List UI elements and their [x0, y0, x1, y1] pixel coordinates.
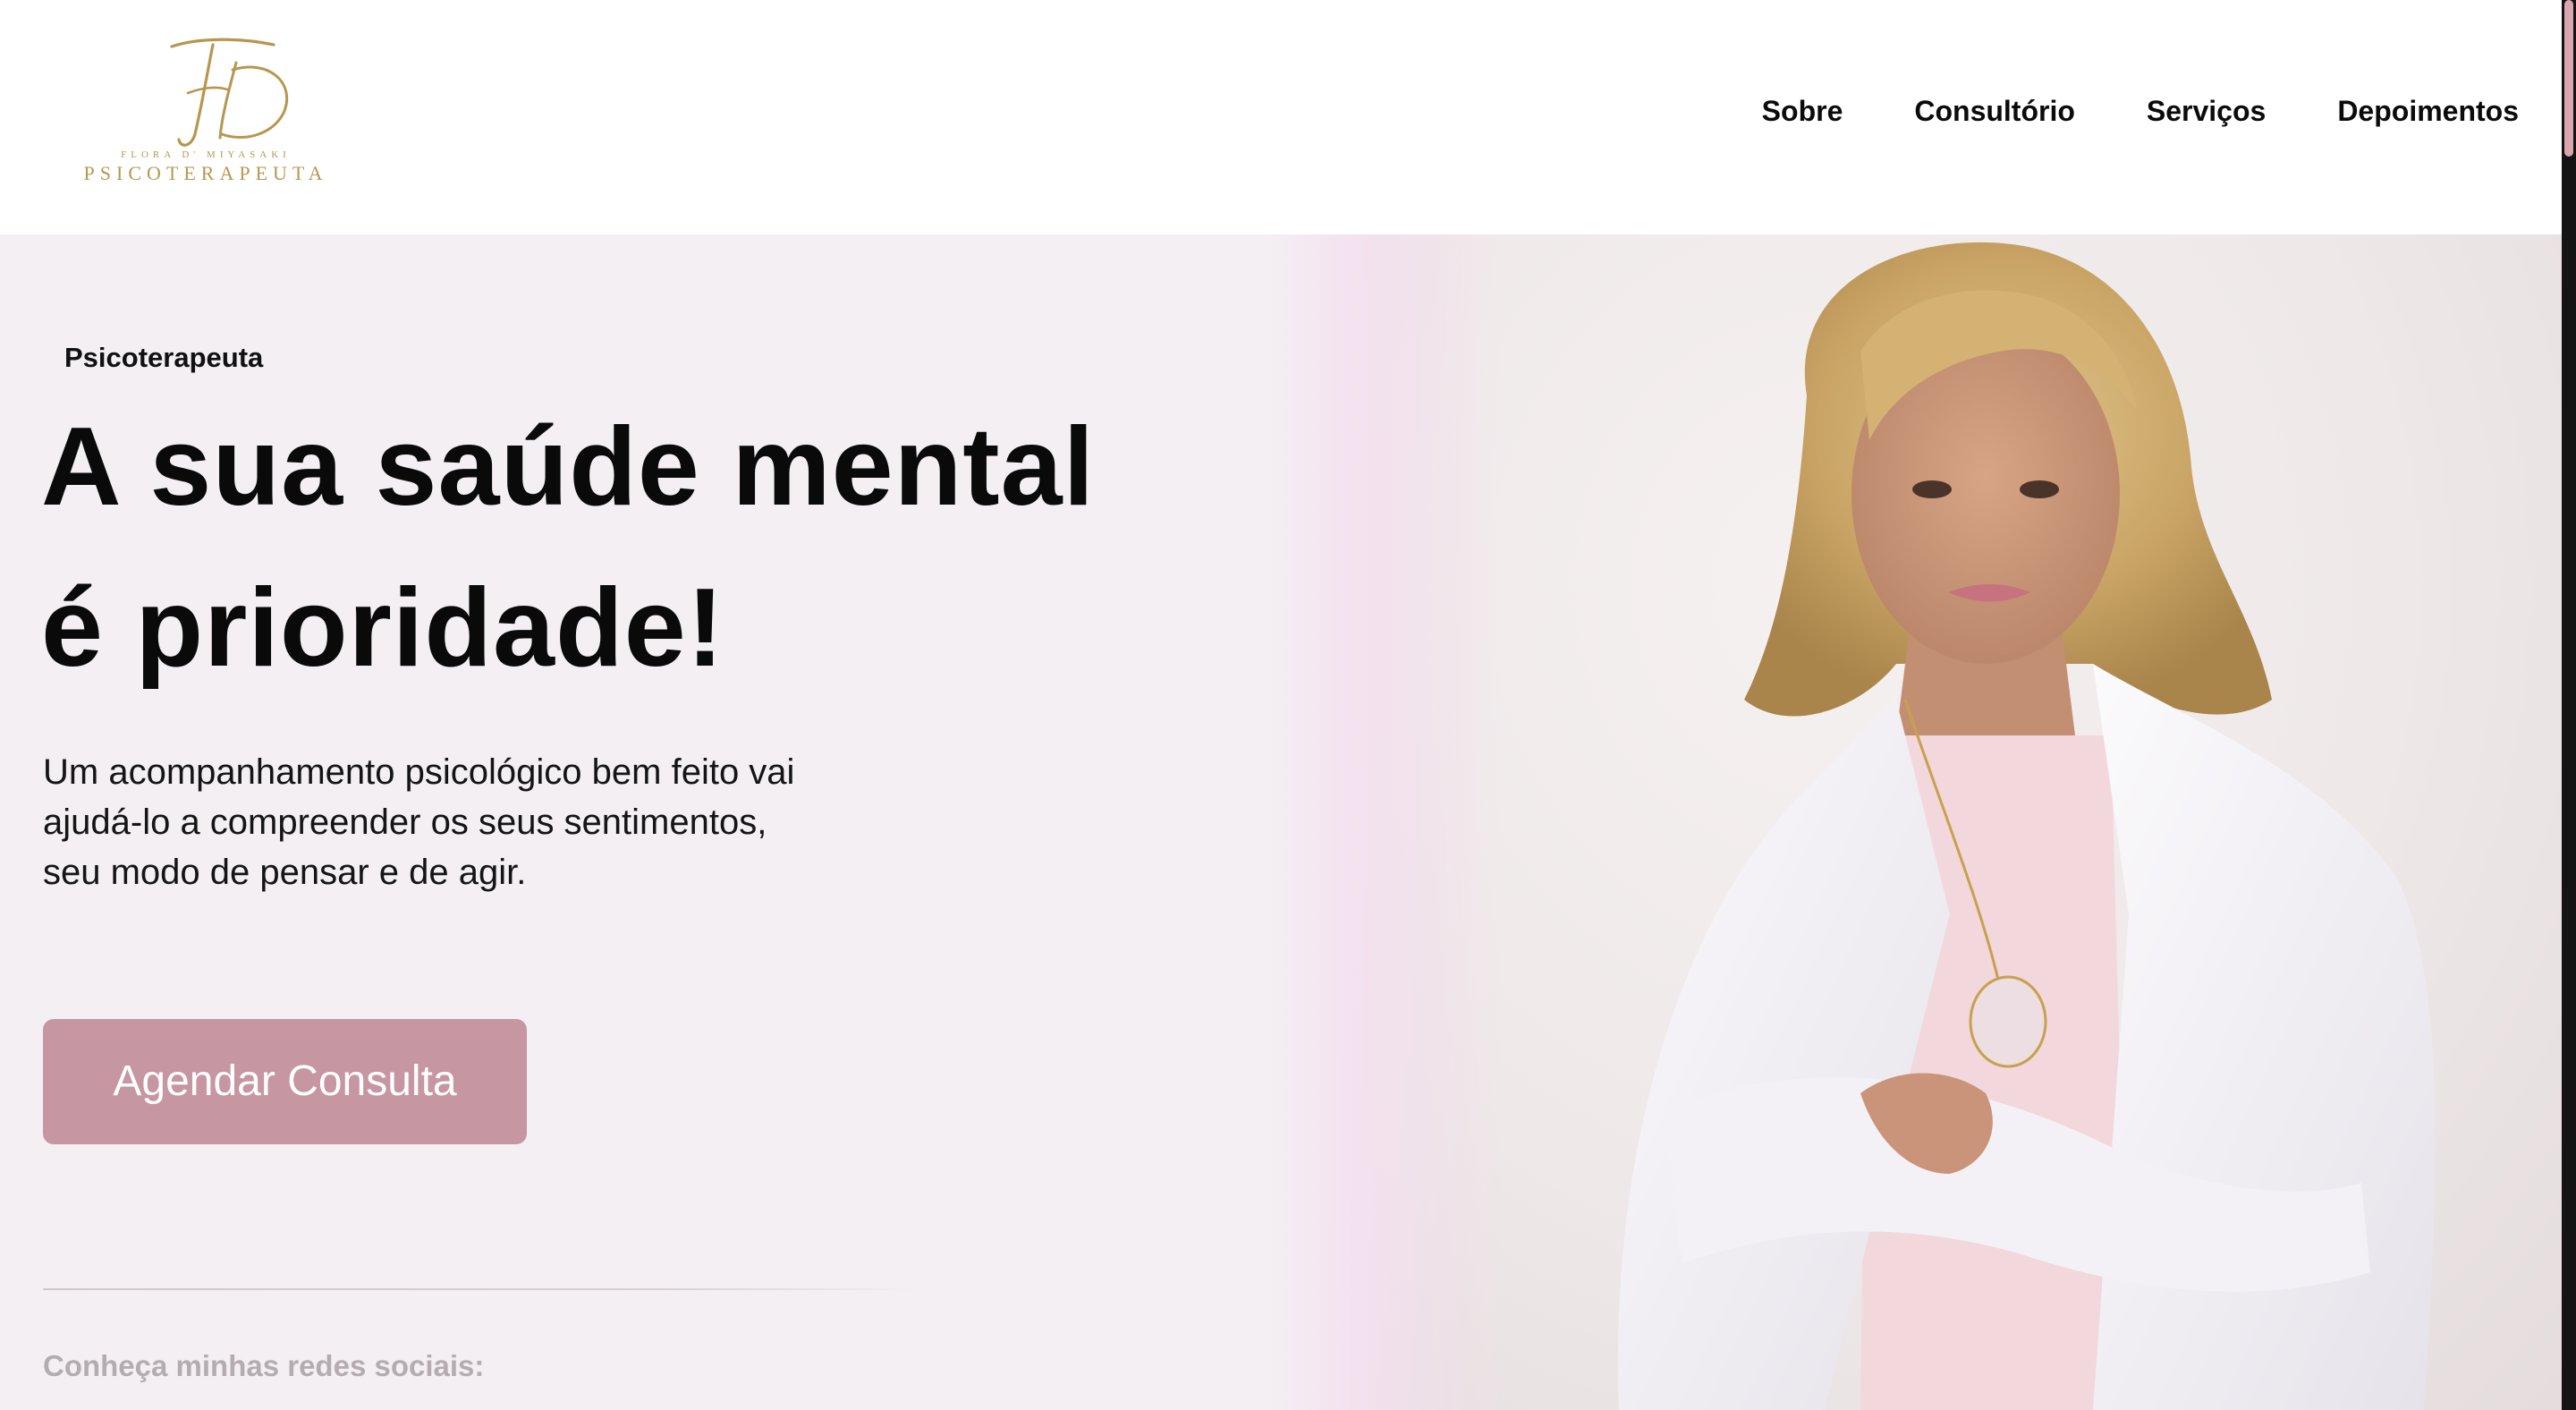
logo-tagline: PSICOTERAPEUTA	[83, 162, 328, 184]
site-logo[interactable]: FLORA D' MIYASAKI PSICOTERAPEUTA	[63, 34, 349, 186]
main-nav: Sobre Consultório Serviços Depoimentos	[1690, 95, 2519, 128]
hero-title: A sua saúde mental é prioridade!	[41, 386, 1293, 709]
hero-gradient-overlay	[1270, 234, 1503, 1410]
hero-description-line-3: seu modo de pensar e de agir.	[43, 853, 527, 892]
nav-item-sobre[interactable]: Sobre	[1762, 95, 1843, 128]
hero-description-line-1: Um acompanhamento psicológico bem feito …	[43, 752, 795, 792]
hero-section: Psicoterapeuta A sua saúde mental é prio…	[0, 234, 2562, 1410]
fd-monogram-icon	[170, 38, 289, 147]
scrollbar-thumb[interactable]	[2564, 0, 2573, 157]
hero-title-line-1: A sua saúde mental	[41, 405, 1096, 529]
logo-name: FLORA D' MIYASAKI	[121, 149, 291, 160]
hero-description-line-2: ajudá-lo a compreender os seus sentiment…	[43, 803, 767, 842]
page-scrollbar[interactable]	[2562, 0, 2576, 1410]
nav-item-consultorio[interactable]: Consultório	[1914, 95, 2075, 128]
portrait-photo	[1324, 234, 2562, 1410]
hero-eyebrow: Psicoterapeuta	[64, 342, 264, 373]
social-networks-label: Conheça minhas redes sociais:	[43, 1349, 485, 1382]
site-header: FLORA D' MIYASAKI PSICOTERAPEUTA Sobre C…	[0, 0, 2562, 234]
hero-description: Um acompanhamento psicológico bem feito …	[43, 747, 919, 897]
hero-title-line-2: é prioridade!	[41, 566, 725, 690]
divider	[43, 1288, 919, 1290]
schedule-appointment-button[interactable]: Agendar Consulta	[43, 1019, 527, 1144]
nav-item-depoimentos[interactable]: Depoimentos	[2337, 95, 2519, 128]
nav-item-servicos[interactable]: Serviços	[2147, 95, 2266, 128]
portrait-illustration	[1617, 242, 2436, 1410]
